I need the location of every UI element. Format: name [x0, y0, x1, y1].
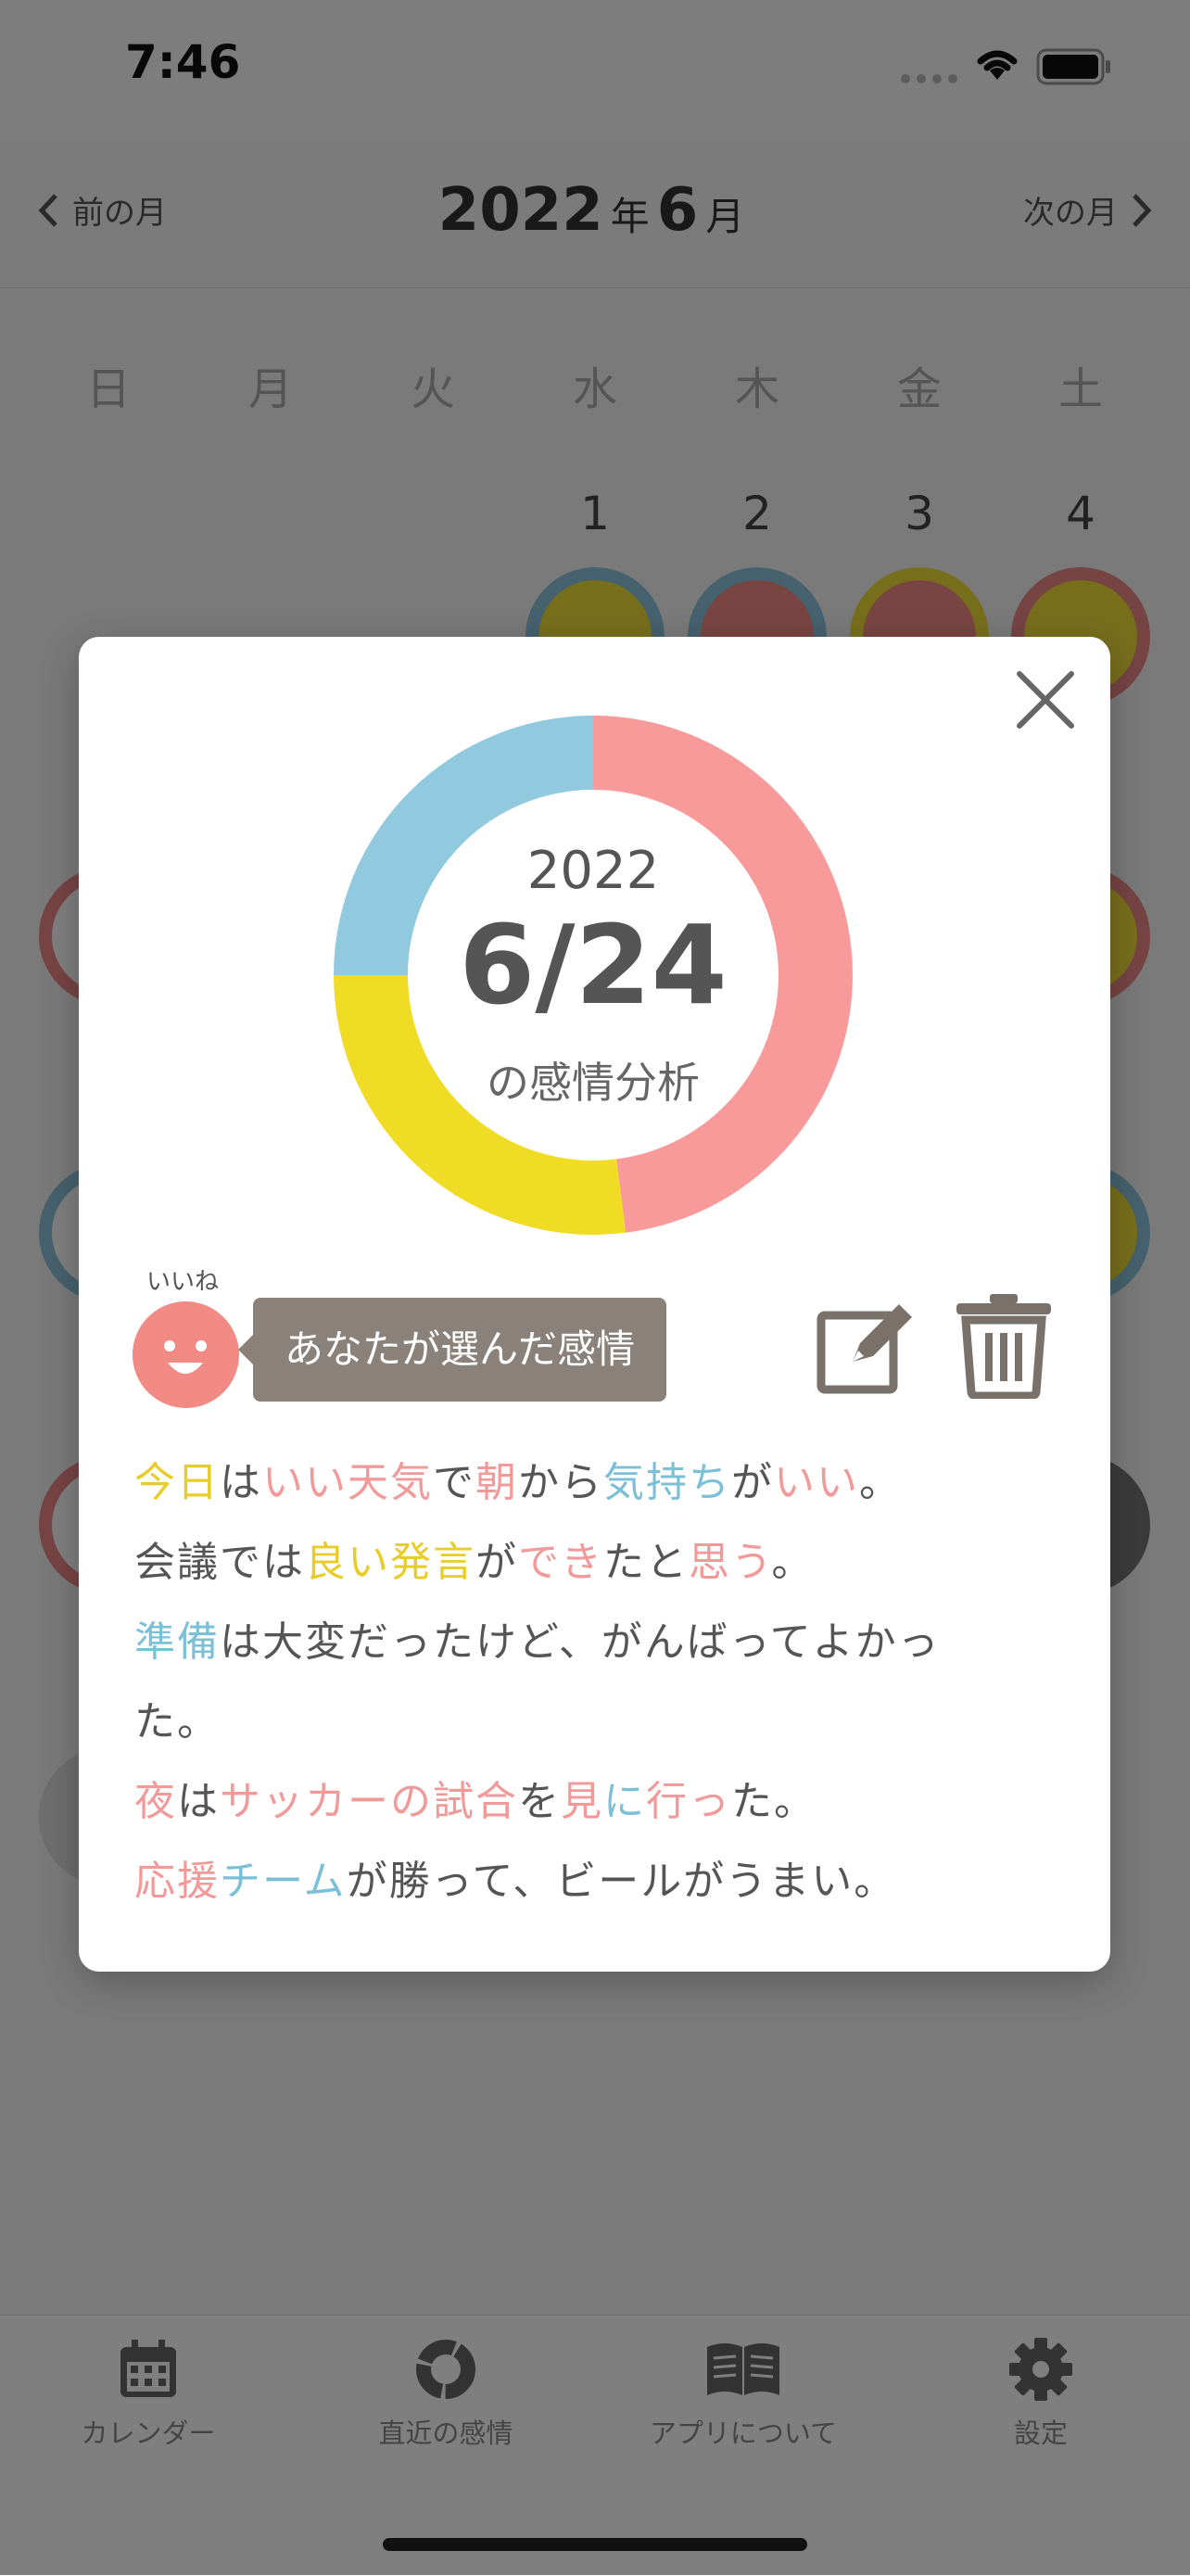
diary-word: が: [475, 1539, 518, 1586]
diary-word: いい: [774, 1459, 859, 1506]
diary-word: た。: [731, 1778, 817, 1825]
diary-word: 準備: [134, 1618, 220, 1666]
diary-word: を: [518, 1778, 561, 1825]
diary-word: た。: [134, 1698, 220, 1745]
diary-word: 見: [561, 1778, 603, 1825]
diary-word: 。: [771, 1539, 815, 1586]
diary-word: から: [518, 1459, 603, 1506]
close-icon[interactable]: [1008, 663, 1082, 737]
donut-center: 2022 6/24 の感情分析: [334, 716, 853, 1235]
diary-word: は: [177, 1778, 220, 1825]
diary-word: 夜: [134, 1778, 177, 1825]
diary-word: 会議では: [134, 1539, 305, 1586]
diary-text: 今日はいい天気で朝から気持ちがいい。 会議では良い発言ができたと思う。 準備は大…: [134, 1443, 1061, 1922]
diary-word: 朝: [475, 1459, 518, 1506]
diary-word: 行っ: [646, 1778, 731, 1825]
diary-word: 思う: [689, 1539, 772, 1586]
diary-word: たと: [603, 1539, 689, 1586]
diary-word: は大変だったけど、がんばってよかっ: [220, 1618, 941, 1666]
diary-word: サッカーの試合: [220, 1778, 518, 1825]
analysis-year: 2022: [526, 841, 660, 901]
diary-word: で: [433, 1459, 475, 1506]
diary-line: 今日はいい天気で朝から気持ちがいい。: [134, 1443, 1061, 1523]
smile-face-icon: [133, 1301, 239, 1408]
analysis-caption: の感情分析: [487, 1058, 700, 1108]
emotion-analysis-modal: 2022 6/24 の感情分析 いいね あなたが選んだ感情 今日はいい天気で朝か…: [79, 637, 1110, 1972]
diary-word: 気持ち: [603, 1459, 731, 1506]
selected-emotion-row: いいね あなたが選んだ感情: [79, 1263, 1110, 1408]
diary-line: た。: [134, 1682, 1061, 1762]
diary-word: でき: [518, 1539, 603, 1586]
diary-word: は: [220, 1459, 262, 1506]
diary-word: に: [603, 1778, 646, 1825]
diary-line: 夜はサッカーの試合を見に行った。: [134, 1762, 1061, 1842]
diary-word: が勝って、ビールがうまい。: [346, 1858, 897, 1905]
diary-line: 応援チームが勝って、ビールがうまい。: [134, 1842, 1061, 1922]
diary-word: 応援: [134, 1858, 220, 1905]
trash-icon[interactable]: [953, 1292, 1055, 1399]
diary-line: 会議では良い発言ができたと思う。: [134, 1523, 1061, 1603]
diary-word: 今日: [134, 1459, 220, 1506]
diary-word: チーム: [220, 1858, 347, 1905]
diary-word: が: [731, 1459, 774, 1506]
diary-line: 準備は大変だったけど、がんばってよかっ: [134, 1603, 1061, 1682]
emotion-tooltip: あなたが選んだ感情: [237, 1298, 667, 1402]
edit-icon[interactable]: [816, 1295, 918, 1397]
diary-word: 良い発言: [305, 1539, 475, 1586]
analysis-date: 6/24: [459, 901, 728, 1029]
emotion-small-label: いいね: [146, 1268, 220, 1296]
diary-word: 。: [859, 1459, 902, 1506]
diary-word: いい天気: [262, 1459, 433, 1506]
